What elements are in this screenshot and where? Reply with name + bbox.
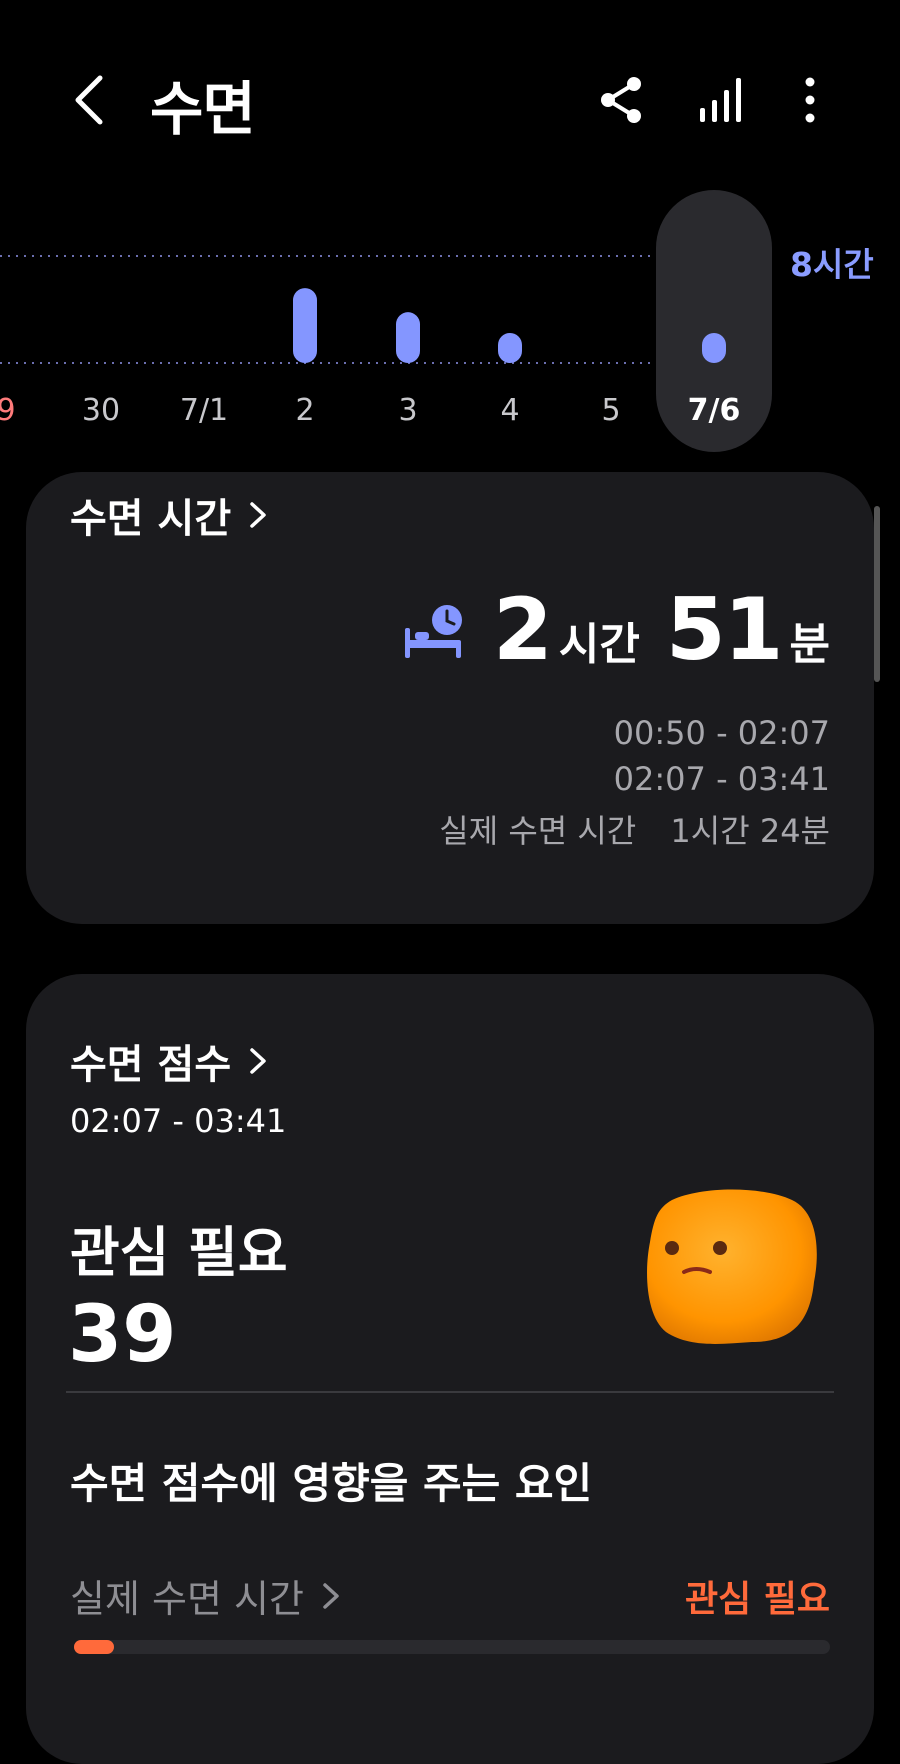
sleep-time-header[interactable]: 수면 시간 — [70, 486, 267, 544]
page-title: 수면 — [150, 75, 256, 143]
factor-progress-track — [74, 1640, 830, 1654]
more-vertical-icon — [805, 77, 815, 123]
back-button[interactable] — [70, 70, 110, 130]
sleep-score-range: 02:07 - 03:41 — [70, 1102, 287, 1140]
sleep-range-1: 00:50 - 02:07 — [613, 714, 830, 752]
bar-4[interactable] — [498, 333, 522, 363]
sleep-score-header[interactable]: 수면 점수 — [70, 1032, 267, 1090]
tick-label-7-1[interactable]: 7/1 — [180, 393, 228, 428]
chart-icon — [700, 78, 741, 122]
bed-clock-icon — [405, 605, 463, 658]
reference-line-label: 8시간 — [790, 245, 874, 284]
tick-label-5[interactable]: 5 — [601, 393, 620, 428]
sleep-duration: 2 시간 51 분 — [401, 580, 830, 680]
sleep-score-status: 관심 필요 — [70, 1221, 288, 1284]
sleep-score-title: 수면 점수 — [70, 1042, 232, 1088]
tick-label-7-6[interactable]: 7/6 — [688, 393, 741, 428]
actual-sleep-value: 1시간 24분 — [670, 812, 830, 850]
bar-2[interactable] — [293, 288, 317, 363]
scrollbar[interactable] — [874, 506, 880, 682]
hours-unit: 시간 — [558, 619, 640, 670]
factor-actual-sleep-link[interactable]: 실제 수면 시간 — [70, 1568, 340, 1623]
share-button[interactable] — [592, 70, 652, 130]
actual-sleep-row: 실제 수면 시간 1시간 24분 — [439, 806, 830, 852]
tick-label-30[interactable]: 30 — [82, 393, 120, 428]
tick-label-4[interactable]: 4 — [500, 393, 519, 428]
section-divider — [66, 1391, 834, 1393]
sleep-score-value: 39 — [68, 1290, 177, 1380]
factors-title: 수면 점수에 영향을 주는 요인 — [70, 1459, 593, 1508]
minutes-unit: 분 — [789, 619, 830, 670]
bar-7-6[interactable] — [702, 333, 726, 363]
factor-label: 실제 수면 시간 — [70, 1577, 304, 1621]
factor-status: 관심 필요 — [684, 1579, 830, 1620]
actual-sleep-label: 실제 수면 시간 — [439, 812, 637, 850]
chevron-right-icon — [250, 1048, 266, 1074]
tick-label-3[interactable]: 3 — [398, 393, 417, 428]
chevron-right-icon — [250, 502, 266, 528]
sleep-bar-chart: 9 30 7/1 2 3 4 5 7/6 — [0, 255, 741, 428]
share-icon — [601, 77, 641, 123]
chevron-left-icon — [75, 75, 103, 125]
tick-label-2[interactable]: 2 — [295, 393, 314, 428]
factor-progress-fill — [74, 1640, 114, 1654]
trends-button[interactable] — [690, 70, 750, 130]
minutes-value: 51 — [665, 580, 784, 680]
sleep-range-2: 02:07 - 03:41 — [613, 760, 830, 798]
tick-label-9[interactable]: 9 — [0, 393, 16, 428]
sleep-time-title: 수면 시간 — [70, 496, 232, 542]
bar-3[interactable] — [396, 312, 420, 363]
more-options-button[interactable] — [780, 70, 840, 130]
chevron-right-icon — [323, 1582, 339, 1609]
score-mascot — [647, 1189, 817, 1344]
hours-value: 2 — [493, 580, 553, 680]
